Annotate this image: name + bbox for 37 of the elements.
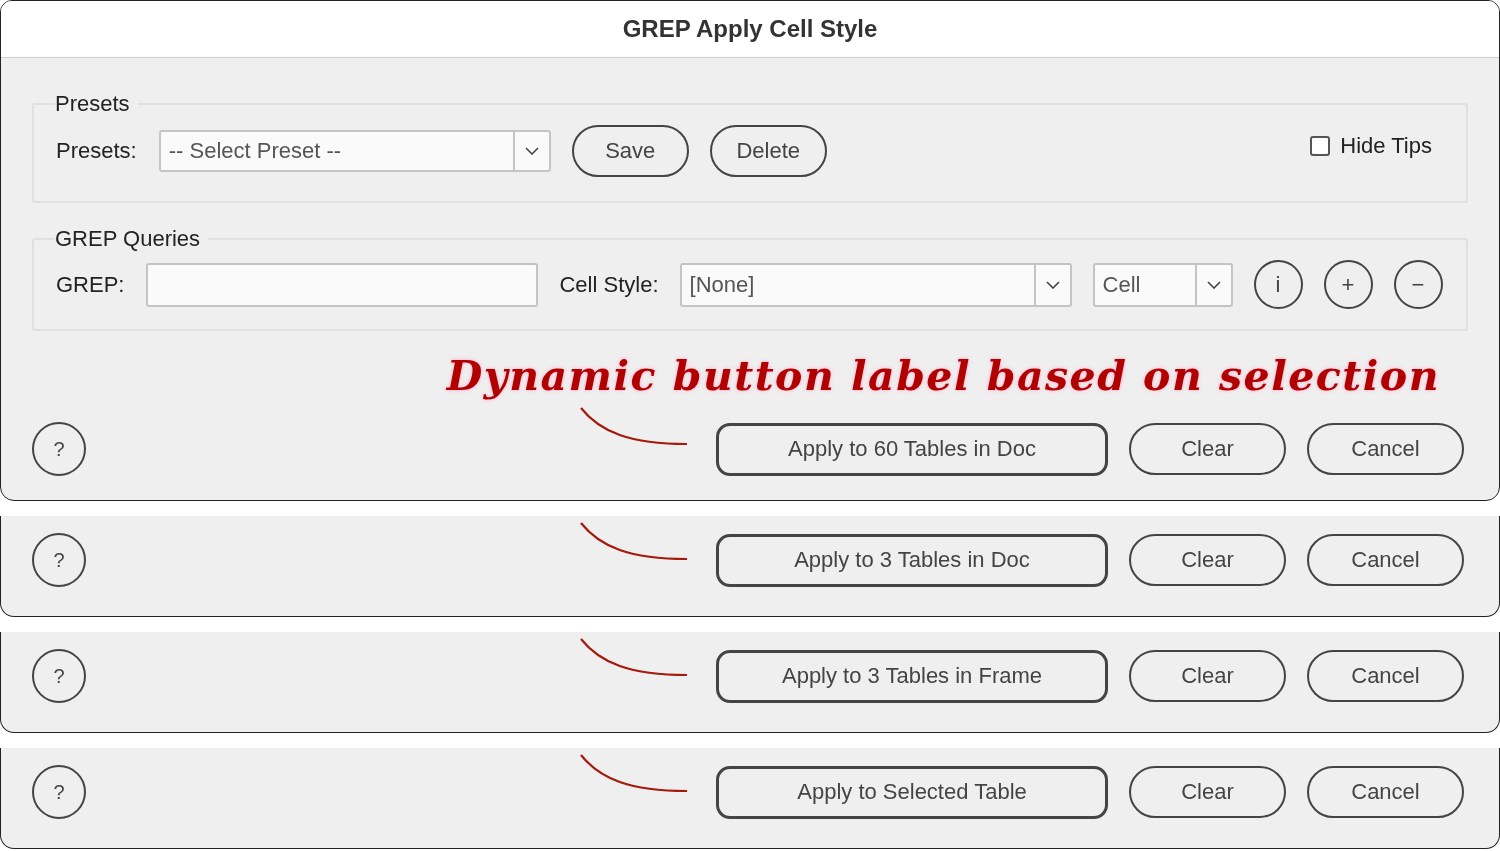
field-label: Cell Style: — [559, 271, 659, 298]
clear-button[interactable]: Clear — [1129, 534, 1286, 586]
cancel-button[interactable]: Cancel — [1307, 534, 1464, 586]
window-title: GREP Apply Cell Style — [622, 15, 878, 43]
chevron-icon — [524, 147, 539, 155]
grep-input-field[interactable] — [146, 262, 539, 307]
cancel-button[interactable]: Cancel — [1307, 766, 1464, 818]
help-button[interactable]: ? — [32, 422, 86, 476]
group-title: Presets — [55, 91, 131, 117]
round-button[interactable]: i — [1253, 260, 1303, 309]
chevron-icon — [1045, 280, 1060, 289]
round-button[interactable]: + — [1323, 260, 1373, 309]
checkbox[interactable] — [1310, 136, 1331, 156]
round-button[interactable]: − — [1393, 260, 1443, 309]
help-button[interactable]: ? — [32, 765, 86, 819]
checkbox-label: Hide Tips — [1340, 133, 1432, 159]
annotation-text: Dynamic button label based on selection — [446, 352, 1440, 400]
help-button[interactable]: ? — [32, 649, 86, 703]
apply-button[interactable]: Apply to 3 Tables in Doc — [716, 533, 1108, 587]
clear-button[interactable]: Clear — [1129, 650, 1286, 702]
field-label: GREP: — [56, 271, 125, 298]
clear-button[interactable]: Clear — [1129, 766, 1286, 818]
group-title: GREP Queries — [55, 226, 202, 252]
help-button[interactable]: ? — [32, 533, 86, 587]
chevron-icon — [1206, 280, 1221, 289]
cancel-button[interactable]: Cancel — [1307, 650, 1464, 702]
preset-button[interactable]: Save — [571, 125, 689, 177]
preset-button[interactable]: Delete — [709, 125, 827, 177]
cancel-button[interactable]: Cancel — [1307, 423, 1464, 475]
apply-button[interactable]: Apply to 60 Tables in Doc — [716, 422, 1108, 476]
apply-button[interactable]: Apply to 3 Tables in Frame — [716, 649, 1108, 703]
dropdown[interactable]: Cell — [1092, 262, 1233, 307]
apply-button[interactable]: Apply to Selected Table — [716, 765, 1108, 819]
dropdown[interactable]: [None] — [679, 262, 1072, 307]
dropdown[interactable]: -- Select Preset -- — [158, 130, 551, 172]
field-label: Presets: — [56, 138, 137, 164]
clear-button[interactable]: Clear — [1129, 423, 1286, 475]
